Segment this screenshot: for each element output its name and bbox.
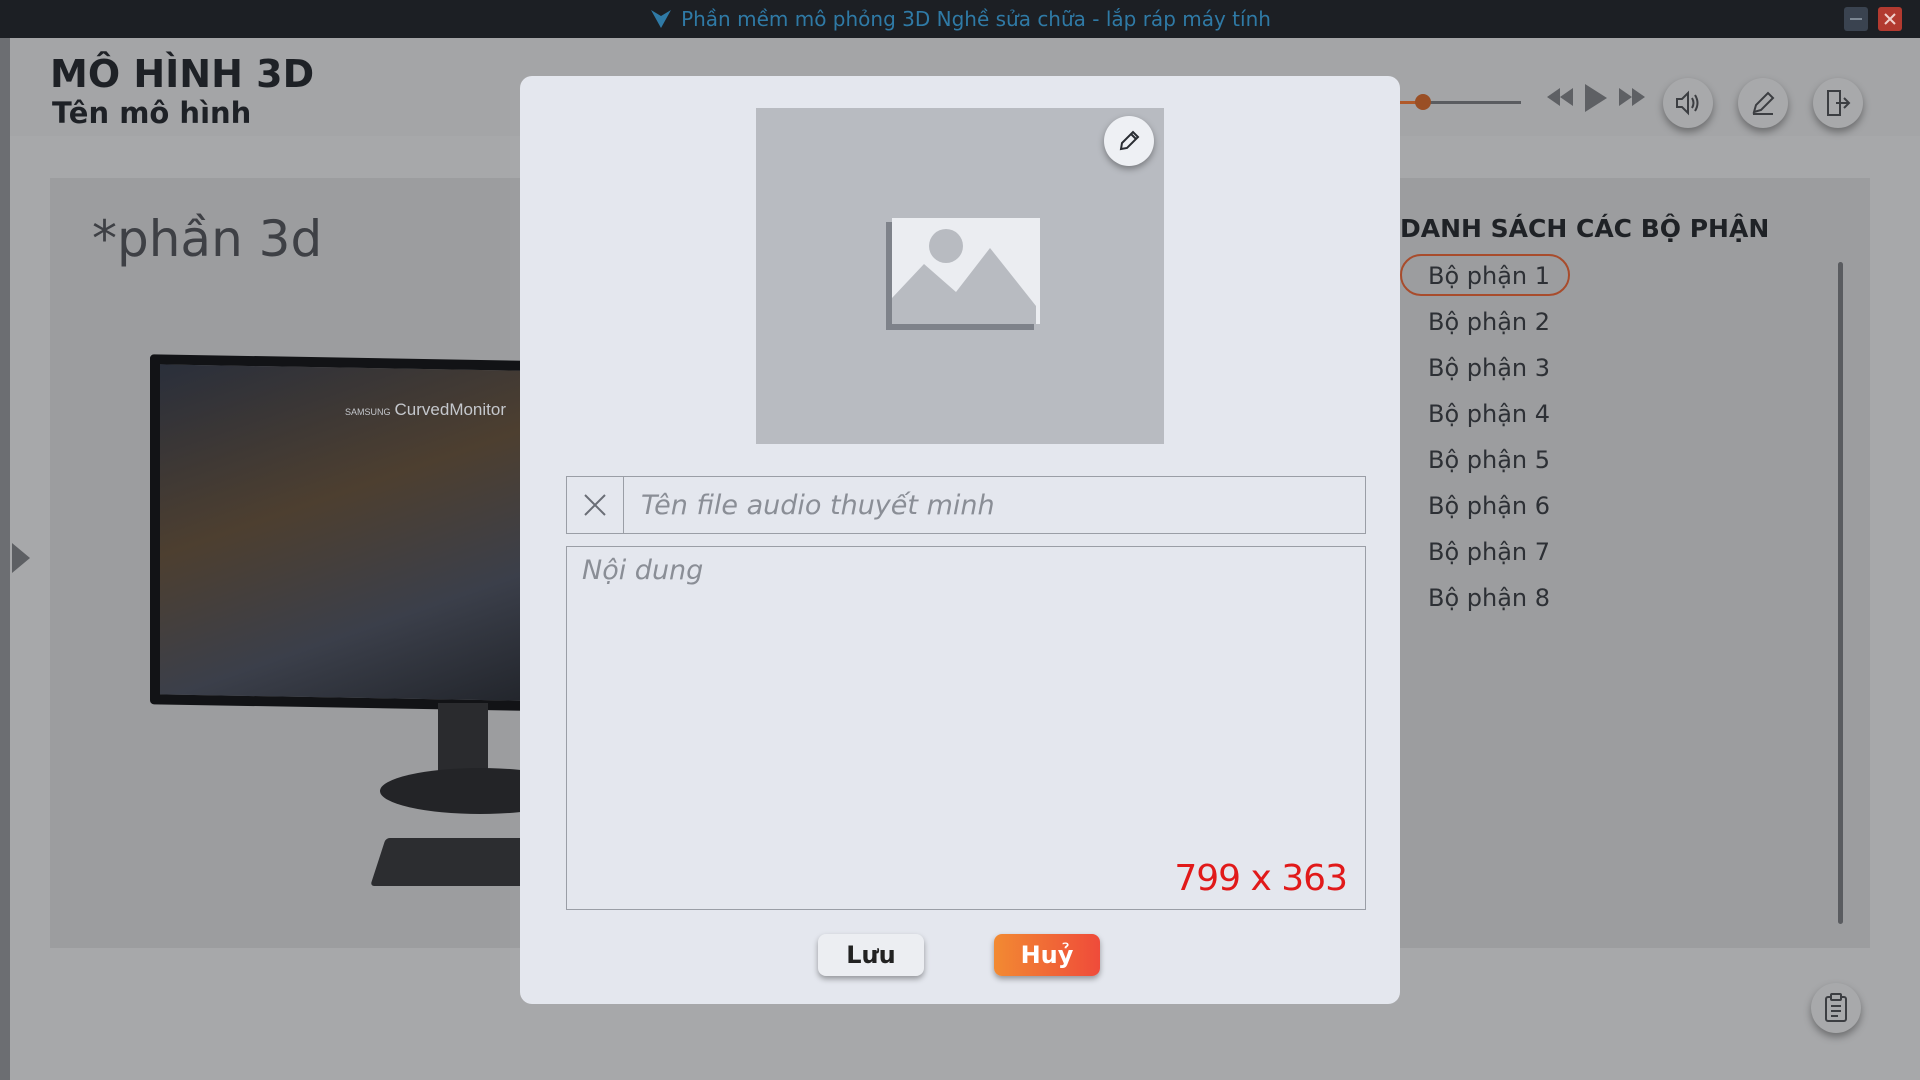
parts-panel: DANH SÁCH CÁC BỘ PHẬN Bộ phận 1 Bộ phận … bbox=[1400, 214, 1850, 854]
monitor-brand-small: SAMSUNG bbox=[345, 407, 391, 417]
content-textarea[interactable] bbox=[567, 547, 1365, 909]
rewind-button[interactable] bbox=[1545, 86, 1575, 108]
part-item[interactable]: Bộ phận 1 bbox=[1428, 262, 1550, 290]
expand-panel-icon[interactable] bbox=[12, 543, 30, 573]
minimize-icon bbox=[1850, 18, 1862, 20]
rewind-icon bbox=[1547, 88, 1573, 106]
part-item[interactable]: Bộ phận 7 bbox=[1428, 538, 1550, 566]
exit-button[interactable] bbox=[1813, 78, 1863, 128]
edit-part-dialog: 799 x 363 Lưu Huỷ bbox=[520, 76, 1400, 1004]
app-logo-icon bbox=[651, 10, 672, 28]
audio-filename-input[interactable] bbox=[625, 477, 1365, 533]
play-button[interactable] bbox=[1583, 82, 1609, 114]
sound-button[interactable] bbox=[1663, 78, 1713, 128]
part-item[interactable]: Bộ phận 8 bbox=[1428, 584, 1550, 612]
exit-icon bbox=[1827, 90, 1851, 116]
part-item[interactable]: Bộ phận 6 bbox=[1428, 492, 1550, 520]
toolbar bbox=[1395, 58, 1895, 128]
monitor-brand: SAMSUNG CurvedMonitor bbox=[345, 400, 506, 420]
window-title: Phần mềm mô phỏng 3D Nghề sửa chữa - lắp… bbox=[681, 7, 1271, 31]
audio-file-row bbox=[566, 476, 1366, 534]
clear-audio-button[interactable] bbox=[567, 477, 624, 533]
fast-forward-button[interactable] bbox=[1617, 86, 1647, 108]
part-item[interactable]: Bộ phận 2 bbox=[1428, 308, 1550, 336]
page-title: MÔ HÌNH 3D bbox=[50, 52, 315, 96]
title-bar: Phần mềm mô phỏng 3D Nghề sửa chữa - lắp… bbox=[0, 0, 1920, 38]
image-preview[interactable] bbox=[756, 108, 1164, 444]
model-name: Tên mô hình bbox=[52, 96, 252, 130]
save-button[interactable]: Lưu bbox=[818, 934, 924, 976]
parts-scrollbar[interactable] bbox=[1838, 262, 1843, 924]
part-item[interactable]: Bộ phận 3 bbox=[1428, 354, 1550, 382]
viewport-label: *phần 3d bbox=[92, 210, 323, 268]
edit-button[interactable] bbox=[1738, 78, 1788, 128]
speaker-icon bbox=[1676, 90, 1699, 116]
close-icon bbox=[584, 494, 606, 516]
content-box: 799 x 363 bbox=[566, 546, 1366, 910]
left-panel-strip bbox=[0, 38, 10, 1080]
parts-title: DANH SÁCH CÁC BỘ PHẬN bbox=[1400, 214, 1770, 243]
edit-image-button[interactable] bbox=[1104, 116, 1154, 166]
clipboard-button[interactable] bbox=[1811, 983, 1861, 1033]
minimize-button[interactable] bbox=[1844, 7, 1868, 31]
image-placeholder-icon bbox=[886, 218, 1040, 335]
pencil-icon bbox=[1119, 130, 1140, 151]
volume-slider-handle[interactable] bbox=[1414, 94, 1431, 110]
part-item[interactable]: Bộ phận 5 bbox=[1428, 446, 1550, 474]
monitor-model: SAMSUNG CurvedMonitor bbox=[150, 354, 596, 886]
pencil-icon bbox=[1752, 91, 1775, 115]
clipboard-icon bbox=[1825, 993, 1847, 1022]
image-size-label: 799 x 363 bbox=[1174, 858, 1348, 899]
title-wrap: Phần mềm mô phỏng 3D Nghề sửa chữa - lắp… bbox=[0, 0, 1920, 38]
close-window-button[interactable] bbox=[1878, 7, 1902, 31]
part-item[interactable]: Bộ phận 4 bbox=[1428, 400, 1550, 428]
close-icon bbox=[1884, 13, 1896, 25]
play-icon bbox=[1585, 84, 1607, 112]
monitor-stand bbox=[438, 703, 488, 773]
fast-forward-icon bbox=[1619, 88, 1645, 106]
cancel-button[interactable]: Huỷ bbox=[994, 934, 1100, 976]
monitor-brand-text: CurvedMonitor bbox=[394, 400, 507, 419]
